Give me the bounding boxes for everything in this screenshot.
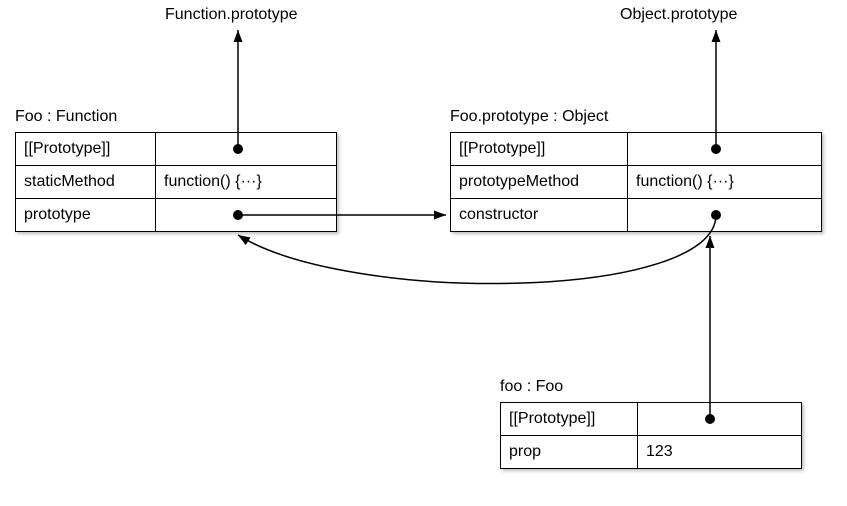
- fooproto-row-proto: [[Prototype]]: [451, 133, 821, 165]
- fooinst-proto-val: [638, 403, 801, 435]
- function-prototype-label: Function.prototype: [165, 6, 298, 24]
- fooproto-constructor-key: constructor: [451, 199, 628, 231]
- foo-staticmethod-val: function() {···}: [156, 166, 336, 198]
- foo-row-proto: [[Prototype]]: [16, 133, 336, 165]
- fooproto-proto-key: [[Prototype]]: [451, 133, 628, 165]
- fooproto-row-method: prototypeMethod function() {···}: [451, 165, 821, 198]
- fooproto-proto-val: [628, 133, 821, 165]
- fooinst-row-prop: prop 123: [501, 435, 801, 468]
- fooproto-method-key: prototypeMethod: [451, 166, 628, 198]
- object-prototype-label: Object.prototype: [620, 6, 737, 24]
- foo-row-staticmethod: staticMethod function() {···}: [16, 165, 336, 198]
- foo-box-title: Foo : Function: [15, 108, 117, 126]
- foo-proto-val: [156, 133, 336, 165]
- foo-row-prototype: prototype: [16, 198, 336, 231]
- fooproto-box: [[Prototype]] prototypeMethod function()…: [450, 132, 822, 232]
- fooinst-box-title: foo : Foo: [500, 378, 563, 396]
- foo-prototype-val: [156, 199, 336, 231]
- fooinst-box: [[Prototype]] prop 123: [500, 402, 802, 469]
- fooproto-row-constructor: constructor: [451, 198, 821, 231]
- foo-proto-key: [[Prototype]]: [16, 133, 156, 165]
- foo-prototype-key: prototype: [16, 199, 156, 231]
- fooproto-box-title: Foo.prototype : Object: [450, 108, 608, 126]
- foo-box: [[Prototype]] staticMethod function() {·…: [15, 132, 337, 232]
- fooinst-prop-key: prop: [501, 436, 638, 468]
- fooinst-prop-val: 123: [638, 436, 801, 468]
- foo-staticmethod-key: staticMethod: [16, 166, 156, 198]
- fooinst-row-proto: [[Prototype]]: [501, 403, 801, 435]
- fooproto-constructor-val: [628, 199, 821, 231]
- fooproto-method-val: function() {···}: [628, 166, 821, 198]
- fooinst-proto-key: [[Prototype]]: [501, 403, 638, 435]
